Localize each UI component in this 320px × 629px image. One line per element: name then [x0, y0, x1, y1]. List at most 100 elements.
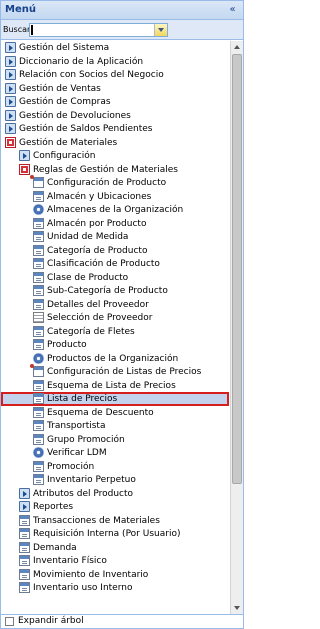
tree-item-label: Unidad de Medida: [47, 232, 129, 242]
tree-item-label: Inventario Físico: [33, 556, 107, 566]
tree-item[interactable]: Inventario uso Interno: [1, 581, 229, 595]
tree-item[interactable]: Relación con Socios del Negocio: [1, 68, 229, 82]
tree-item[interactable]: Almacén y Ubicaciones: [1, 190, 229, 204]
search-combobox[interactable]: [29, 23, 168, 37]
tree-item-label: Configuración de Producto: [47, 178, 167, 188]
tree-item-label: Productos de la Organización: [47, 354, 179, 364]
tree-item[interactable]: Categoría de Fletes: [1, 325, 229, 339]
tree-item[interactable]: Categoría de Producto: [1, 244, 229, 258]
window-icon: [33, 272, 44, 283]
chevron-double-left-icon[interactable]: «: [226, 4, 239, 16]
window-icon: [33, 339, 44, 350]
window-icon: [33, 393, 44, 404]
tree-item[interactable]: Requisición Interna (Por Usuario): [1, 527, 229, 541]
window-icon: [33, 258, 44, 269]
tree-item[interactable]: Configuración: [1, 149, 229, 163]
tree-item[interactable]: Clase de Producto: [1, 271, 229, 285]
window-icon: [33, 218, 44, 229]
tree-item[interactable]: Selección de Proveedor: [1, 311, 229, 325]
tree-item[interactable]: Grupo Promoción: [1, 433, 229, 447]
tree-item-label: Promoción: [47, 462, 95, 472]
expand-tree-label[interactable]: Expandir árbol: [18, 616, 84, 626]
dropdown-arrow-icon[interactable]: [154, 24, 167, 36]
tree-item[interactable]: Transacciones de Materiales: [1, 514, 229, 528]
tree-item[interactable]: Movimiento de Inventario: [1, 568, 229, 582]
tree-item-label: Almacén y Ubicaciones: [47, 192, 152, 202]
folder-closed-icon: [5, 56, 16, 67]
window-icon: [33, 299, 44, 310]
tree-item[interactable]: Atributos del Producto: [1, 487, 229, 501]
text-caret: [31, 25, 33, 35]
tree-item[interactable]: Productos de la Organización: [1, 352, 229, 366]
scroll-thumb[interactable]: [232, 54, 242, 484]
scroll-down-arrow-icon[interactable]: [231, 602, 243, 614]
tree-item[interactable]: Demanda: [1, 541, 229, 555]
menu-title: Menú: [5, 4, 36, 15]
tree-footer: Expandir árbol: [1, 614, 243, 628]
tree-item[interactable]: Almacenes de la Organización: [1, 203, 229, 217]
tree-item[interactable]: Esquema de Lista de Precios: [1, 379, 229, 393]
report-icon: [33, 312, 44, 323]
folder-closed-icon: [19, 488, 30, 499]
tree-item[interactable]: Gestión del Sistema: [1, 41, 229, 55]
window-icon: [19, 542, 30, 553]
search-input[interactable]: [30, 24, 154, 36]
window-icon: [19, 582, 30, 593]
tree-item-label: Categoría de Fletes: [47, 327, 135, 337]
tree-item[interactable]: Promoción: [1, 460, 229, 474]
tree-item-label: Esquema de Descuento: [47, 408, 154, 418]
folder-closed-icon: [5, 83, 16, 94]
tree-scrollbar[interactable]: [230, 41, 243, 614]
tree-item[interactable]: Gestión de Devoluciones: [1, 109, 229, 123]
tree-item[interactable]: Configuración de Producto: [1, 175, 229, 190]
folder-closed-icon: [5, 123, 16, 134]
scroll-up-arrow-icon[interactable]: [231, 41, 243, 53]
tree-item-label: Grupo Promoción: [47, 435, 125, 445]
tree-item[interactable]: Verificar LDM: [1, 446, 229, 460]
tree-item[interactable]: Configuración de Listas de Precios: [1, 364, 229, 379]
tree-item[interactable]: Detalles del Proveedor: [1, 298, 229, 312]
tree-item[interactable]: Sub-Categoría de Producto: [1, 284, 229, 298]
window-icon: [19, 528, 30, 539]
tree-item[interactable]: Transportista: [1, 419, 229, 433]
tree-item[interactable]: Gestión de Saldos Pendientes: [1, 122, 229, 136]
window-icon: [19, 555, 30, 566]
tree-item[interactable]: Diccionario de la Aplicación: [1, 55, 229, 69]
tree-item-label: Sub-Categoría de Producto: [47, 286, 168, 296]
tree-item[interactable]: Gestión de Ventas: [1, 82, 229, 96]
tree-item-label: Relación con Socios del Negocio: [19, 70, 164, 80]
tree-item[interactable]: Almacén por Producto: [1, 217, 229, 231]
folder-open-icon: [19, 164, 30, 175]
tree-item[interactable]: Gestión de Materiales: [1, 136, 229, 150]
window-icon: [33, 434, 44, 445]
tree-item[interactable]: Gestión de Compras: [1, 95, 229, 109]
folder-open-icon: [5, 137, 16, 148]
tree-item-label: Categoría de Producto: [47, 246, 148, 256]
tree-item-label: Configuración: [33, 151, 96, 161]
folder-closed-icon: [19, 150, 30, 161]
menu-header: Menú «: [1, 1, 243, 20]
tree-item[interactable]: Lista de Precios: [1, 392, 229, 406]
tree-item-label: Lista de Precios: [47, 394, 118, 404]
expand-tree-checkbox[interactable]: [5, 617, 14, 626]
tree-item-label: Clase de Producto: [47, 273, 129, 283]
window-icon: [33, 245, 44, 256]
tree-item-label: Movimiento de Inventario: [33, 570, 149, 580]
tree-item[interactable]: Reportes: [1, 500, 229, 514]
tree-item[interactable]: Esquema de Descuento: [1, 406, 229, 420]
tree-item[interactable]: Unidad de Medida: [1, 230, 229, 244]
tree-item-label: Demanda: [33, 543, 77, 553]
tree-item[interactable]: Reglas de Gestión de Materiales: [1, 163, 229, 177]
tree-item-label: Verificar LDM: [47, 448, 107, 458]
tree-item[interactable]: Inventario Perpetuo: [1, 473, 229, 487]
tree-item-label: Gestión de Devoluciones: [19, 111, 131, 121]
tree-item-label: Almacén por Producto: [47, 219, 147, 229]
tree-item[interactable]: Clasificación de Producto: [1, 257, 229, 271]
process-icon: [33, 353, 44, 364]
tree-item-label: Selección de Proveedor: [47, 313, 153, 323]
search-label: Buscar: [3, 25, 31, 34]
tree-item[interactable]: Producto: [1, 338, 229, 352]
window-icon: [33, 326, 44, 337]
tree-item-label: Gestión de Materiales: [19, 138, 118, 148]
tree-item[interactable]: Inventario Físico: [1, 554, 229, 568]
